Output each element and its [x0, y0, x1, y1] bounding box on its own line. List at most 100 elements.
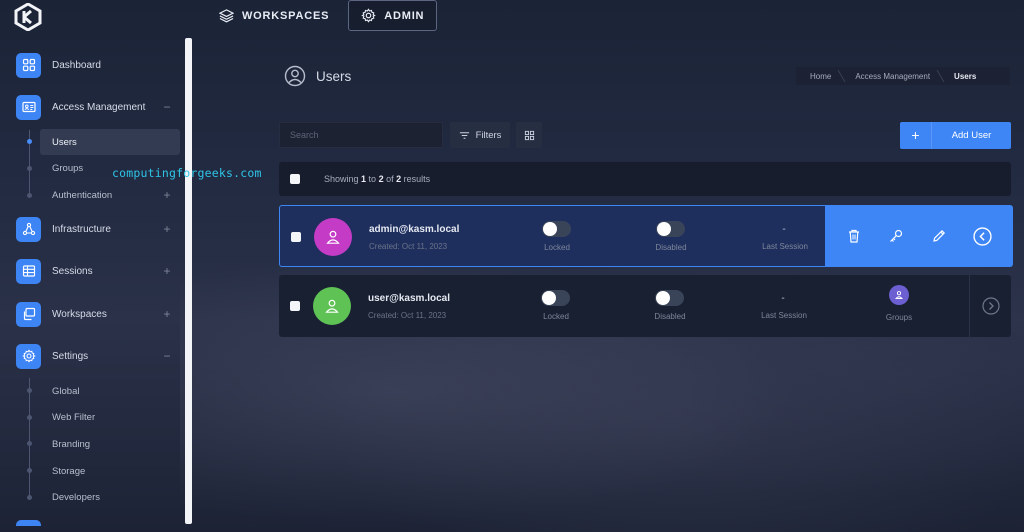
- groups-label: Groups: [885, 313, 913, 322]
- row-expand[interactable]: [969, 275, 1011, 337]
- trash-icon[interactable]: [846, 228, 862, 244]
- submenu-dot-active: [27, 139, 32, 144]
- breadcrumb-access-management[interactable]: Access Management: [841, 67, 940, 85]
- disabled-toggle[interactable]: [656, 221, 685, 237]
- sidebar-subitem-authentication[interactable]: Authentication +: [40, 182, 172, 208]
- disabled-label: Disabled: [654, 312, 686, 321]
- page-title: Users: [316, 68, 352, 84]
- filters-button[interactable]: Filters: [450, 122, 510, 148]
- submenu-dot: [27, 495, 32, 500]
- breadcrumb-home[interactable]: Home: [796, 67, 841, 85]
- network-icon: [16, 216, 41, 242]
- sidebar-subitem-developers[interactable]: Developers: [40, 484, 180, 510]
- submenu-line: [29, 378, 30, 500]
- gear-icon: [361, 8, 377, 23]
- row-checkbox[interactable]: [290, 301, 300, 311]
- table-row[interactable]: user@kasm.local Created: Oct 11, 2023 Lo…: [279, 275, 1011, 337]
- locked-toggle[interactable]: [541, 290, 570, 306]
- pencil-icon[interactable]: [931, 228, 947, 244]
- sidebar-subitem-global[interactable]: Global: [40, 378, 180, 404]
- nav-workspaces-label: WORKSPACES: [242, 9, 330, 22]
- chevron-right-circle-icon[interactable]: [981, 297, 1000, 315]
- last-session-value: -: [782, 224, 786, 235]
- windows-icon: [16, 301, 41, 327]
- nav-admin-label: ADMIN: [384, 9, 425, 22]
- expand-icon[interactable]: +: [162, 264, 172, 278]
- groups-column: Groups: [874, 285, 924, 330]
- sidebar-item-workspaces[interactable]: Workspaces +: [16, 301, 172, 327]
- sidebar-item-label: Settings: [52, 350, 89, 362]
- sidebar-item-partial[interactable]: [16, 520, 41, 526]
- locked-toggle[interactable]: [542, 221, 571, 237]
- last-session-value: -: [781, 293, 785, 304]
- user-email[interactable]: admin@kasm.local: [369, 224, 459, 235]
- page-header: Users: [284, 65, 351, 87]
- watermark-text: computingforgeeks.com: [112, 166, 262, 180]
- user-created-date: Created: Oct 11, 2023: [368, 311, 447, 320]
- sidebar-item-label: Infrastructure: [52, 223, 111, 235]
- groups-badge[interactable]: [889, 285, 909, 305]
- user-created-date: Created: Oct 11, 2023: [369, 242, 448, 251]
- sidebar-subitem-web-filter[interactable]: Web Filter: [40, 404, 180, 430]
- locked-label: Locked: [544, 243, 570, 252]
- row-checkbox[interactable]: [291, 232, 301, 242]
- submenu-dot: [27, 468, 32, 473]
- sidebar: Dashboard Access Management − Users Grou…: [0, 38, 192, 532]
- nav-workspaces[interactable]: WORKSPACES: [206, 0, 342, 31]
- last-session-label: Last Session: [761, 311, 807, 320]
- sidebar-subitem-label: Authentication: [52, 189, 113, 201]
- submenu-dot: [27, 166, 32, 171]
- top-navigation: WORKSPACES ADMIN: [206, 0, 438, 32]
- search-input[interactable]: [279, 122, 443, 148]
- filter-lines-icon: [459, 131, 469, 139]
- collapse-icon[interactable]: −: [162, 349, 172, 363]
- sidebar-scrollbar[interactable]: [185, 38, 192, 524]
- submenu-dot: [27, 415, 32, 420]
- sidebar-item-label: Workspaces: [52, 308, 107, 320]
- collapse-icon[interactable]: −: [162, 100, 172, 114]
- sidebar-item-dashboard[interactable]: Dashboard: [16, 52, 172, 78]
- dashboard-grid-icon: [16, 52, 41, 78]
- chevron-left-circle-icon[interactable]: [973, 226, 992, 246]
- disabled-toggle[interactable]: [655, 290, 684, 306]
- breadcrumb-users: Users: [940, 67, 986, 85]
- key-icon[interactable]: [888, 228, 904, 244]
- sidebar-item-sessions[interactable]: Sessions +: [16, 258, 172, 284]
- select-all-checkbox[interactable]: [290, 174, 300, 184]
- kasm-logo[interactable]: [14, 2, 42, 32]
- sidebar-subitem-branding[interactable]: Branding: [40, 431, 180, 457]
- user-email[interactable]: user@kasm.local: [368, 293, 450, 304]
- add-user-label: Add User: [951, 130, 992, 141]
- submenu-dot: [27, 388, 32, 393]
- submenu-dot: [27, 441, 32, 446]
- grid-icon: [524, 130, 534, 140]
- avatar: [314, 218, 352, 256]
- layers-icon: [219, 9, 234, 23]
- sidebar-subitem-storage[interactable]: Storage: [40, 458, 180, 484]
- expand-icon[interactable]: +: [162, 222, 172, 236]
- nav-admin[interactable]: ADMIN: [348, 0, 438, 31]
- user-circle-icon: [284, 65, 306, 87]
- top-bar: WORKSPACES ADMIN: [0, 0, 1024, 34]
- expand-icon[interactable]: +: [162, 307, 172, 321]
- results-bar: Showing 1 to 2 of 2 results: [279, 162, 1011, 196]
- table-icon: [16, 258, 41, 284]
- sidebar-item-settings[interactable]: Settings −: [16, 343, 172, 369]
- sidebar-subitem-users[interactable]: Users: [40, 129, 180, 155]
- sidebar-item-label: Sessions: [52, 265, 93, 277]
- add-user-button[interactable]: + Add User: [900, 122, 1011, 149]
- disabled-label: Disabled: [655, 243, 687, 252]
- sidebar-item-infrastructure[interactable]: Infrastructure +: [16, 216, 172, 242]
- grid-view-button[interactable]: [516, 122, 542, 148]
- row-actions: [825, 205, 1013, 267]
- locked-label: Locked: [543, 312, 569, 321]
- avatar: [313, 287, 351, 325]
- submenu-dot: [27, 193, 32, 198]
- id-card-icon: [16, 94, 41, 120]
- plus-icon: +: [900, 122, 932, 149]
- expand-icon[interactable]: +: [162, 188, 172, 202]
- filters-label: Filters: [475, 129, 502, 141]
- sidebar-item-access-management[interactable]: Access Management −: [16, 94, 172, 120]
- table-row[interactable]: admin@kasm.local Created: Oct 11, 2023 L…: [279, 205, 1013, 267]
- breadcrumb: Home Access Management Users: [796, 67, 1010, 85]
